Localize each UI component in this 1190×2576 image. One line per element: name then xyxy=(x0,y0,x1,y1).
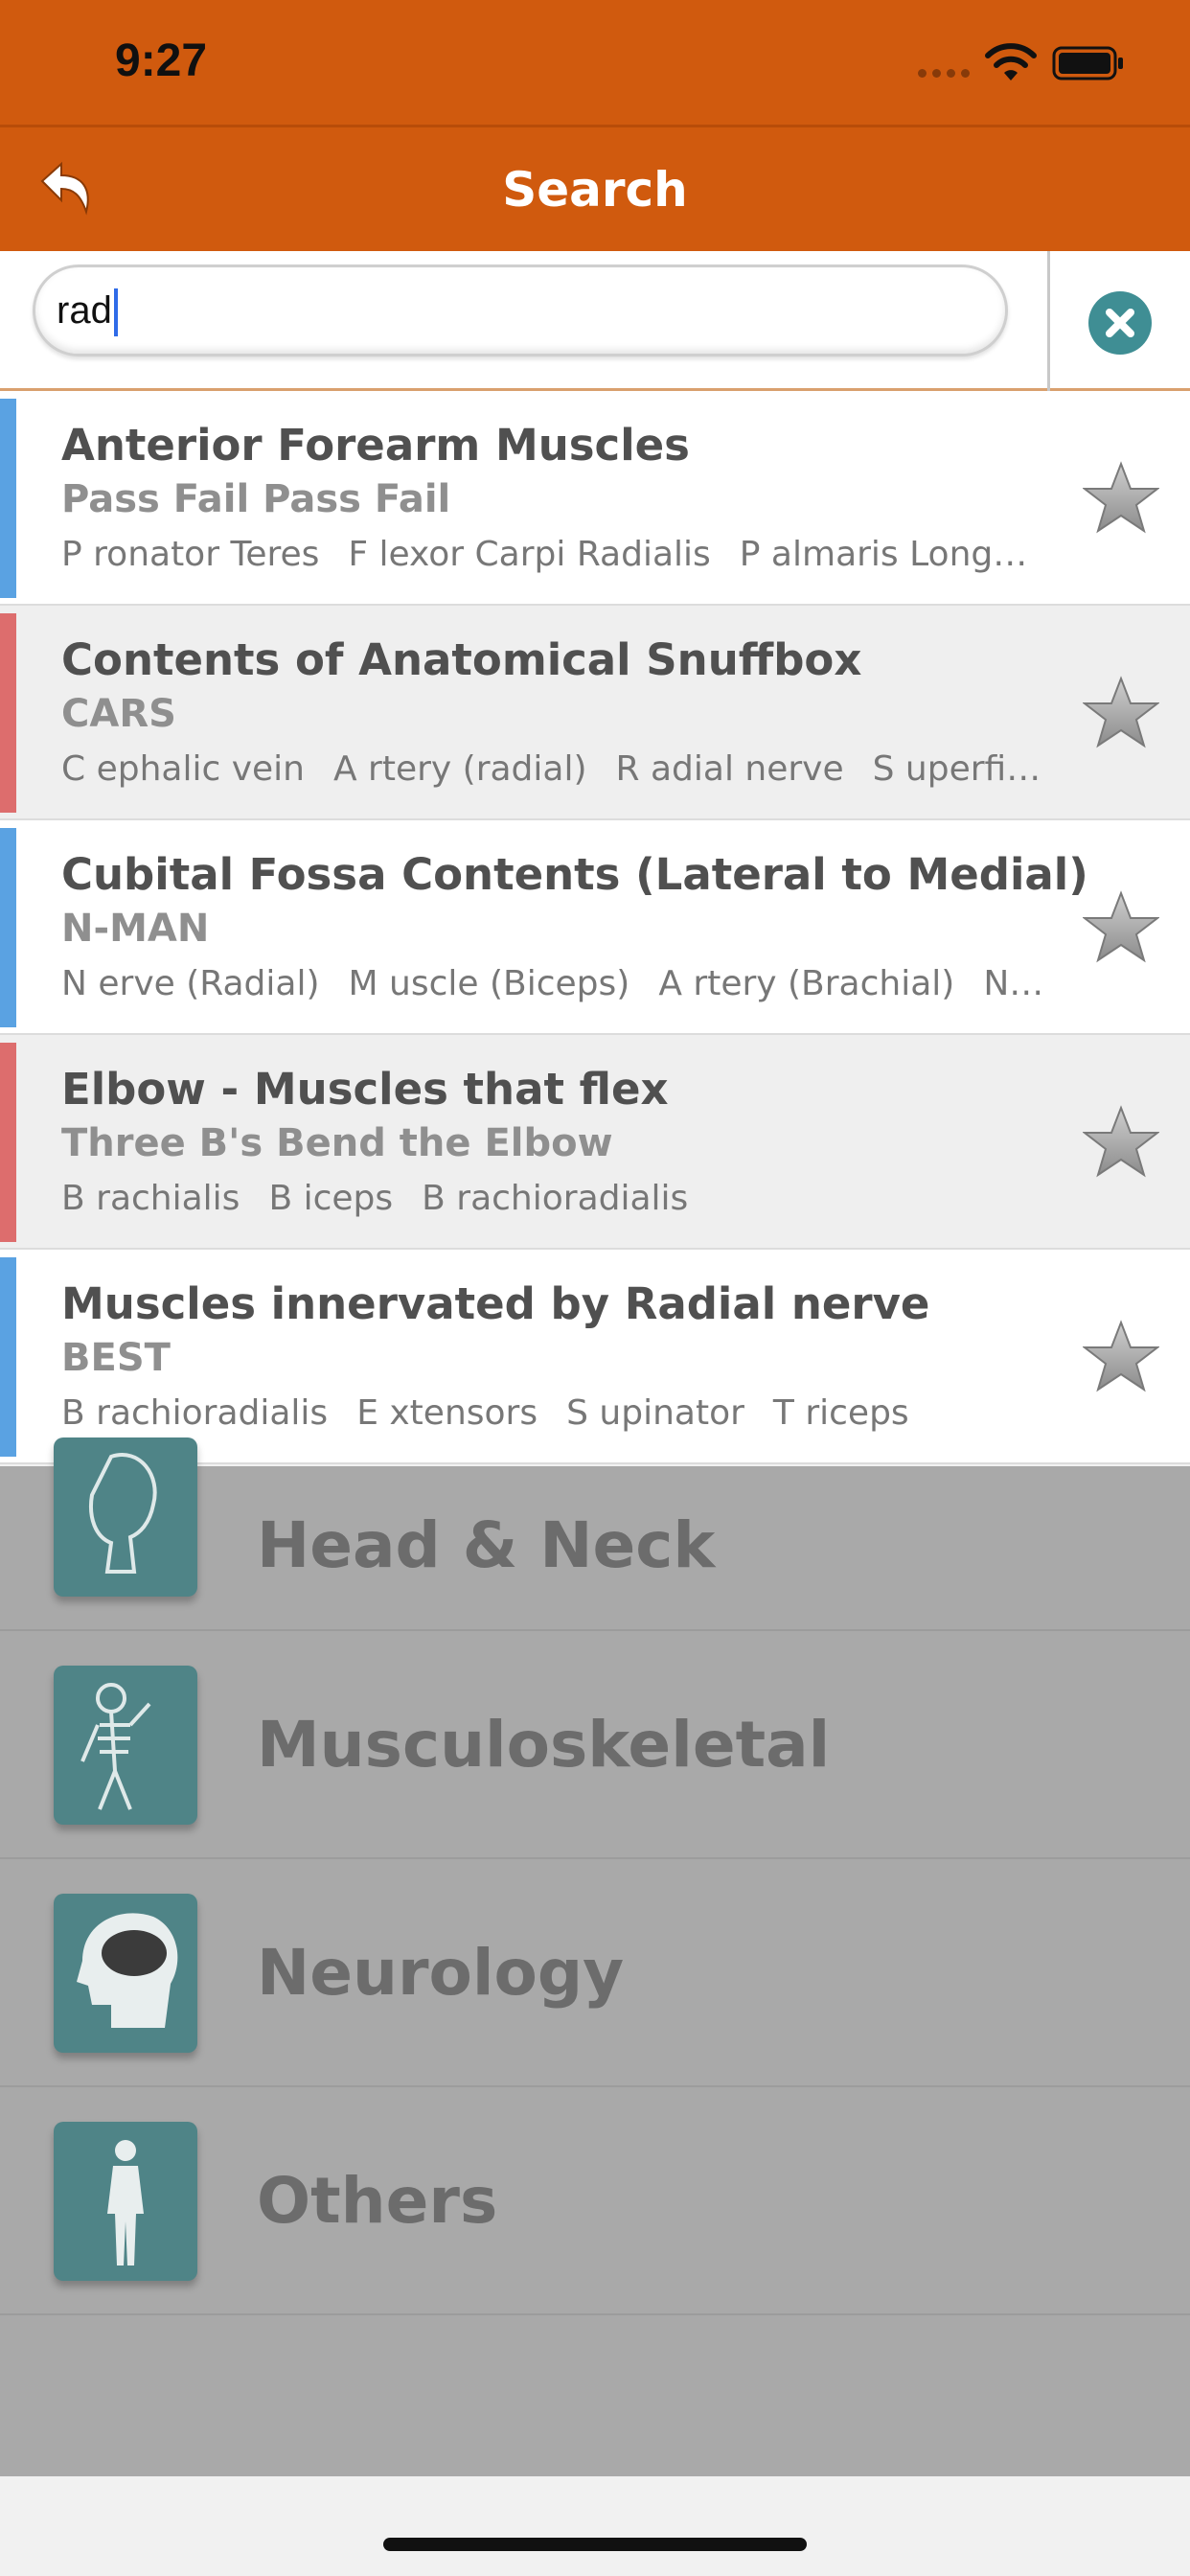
screen: 9:27 Search rad Anterior Forearm Muscles… xyxy=(0,0,1190,2576)
result-items: N erve (Radial) M uscle (Biceps) A rtery (… xyxy=(61,964,1048,1003)
result-item: T riceps xyxy=(772,1393,909,1433)
search-bar: rad xyxy=(0,251,1190,391)
category-label: Head & Neck xyxy=(257,1508,716,1582)
navigation-bar: Search xyxy=(0,125,1190,251)
clear-search-button[interactable] xyxy=(1088,291,1152,355)
result-item: B rachioradialis xyxy=(422,1179,689,1218)
result-item: M uscle (Biceps) xyxy=(348,964,630,1003)
category-label: Neurology xyxy=(257,1936,625,2010)
category-list-dimmed: Head & Neck Musculoskeletal Neurology Ot… xyxy=(0,1438,1190,2476)
home-indicator-area xyxy=(0,2476,1190,2576)
result-mnemonic: Three B's Bend the Elbow xyxy=(61,1121,613,1165)
body-icon xyxy=(54,2122,197,2281)
category-label: Musculoskeletal xyxy=(257,1708,831,1782)
status-bar: 9:27 xyxy=(0,0,1190,125)
wifi-icon xyxy=(985,43,1037,80)
result-items: B rachioradialis E xtensors S upinator T ri… xyxy=(61,1393,1048,1433)
category-row-neurology: Neurology xyxy=(0,1859,1190,2087)
result-row[interactable]: Muscles innervated by Radial nerve BEST … xyxy=(0,1250,1190,1464)
category-color-bar xyxy=(0,1257,16,1457)
result-item: S upinator xyxy=(566,1393,744,1433)
divider xyxy=(1047,251,1050,391)
category-label: Others xyxy=(257,2164,498,2238)
favorite-star-icon[interactable] xyxy=(1083,675,1159,751)
result-title: Contents of Anatomical Snuffbox xyxy=(61,634,862,685)
page-title: Search xyxy=(502,162,688,218)
result-title: Anterior Forearm Muscles xyxy=(61,420,690,471)
result-item: S uperficial... xyxy=(872,749,1048,789)
result-item: B iceps xyxy=(268,1179,394,1218)
category-color-bar xyxy=(0,828,16,1027)
result-mnemonic: CARS xyxy=(61,692,176,736)
result-mnemonic: BEST xyxy=(61,1336,171,1380)
result-title: Elbow - Muscles that flex xyxy=(61,1064,669,1115)
close-icon xyxy=(1106,309,1134,337)
favorite-star-icon[interactable] xyxy=(1083,460,1159,537)
text-caret xyxy=(113,288,118,337)
result-item: F lexor Carpi Radialis xyxy=(348,535,711,574)
category-color-bar xyxy=(0,1043,16,1242)
result-item: A rtery (Brachial) xyxy=(658,964,955,1003)
result-mnemonic: Pass Fail Pass Fail xyxy=(61,477,451,521)
result-title: Muscles innervated by Radial nerve xyxy=(61,1278,930,1329)
battery-icon xyxy=(1052,46,1123,80)
result-item: B rachialis xyxy=(61,1179,240,1218)
result-item: P almaris Longus... xyxy=(739,535,1048,574)
result-items: B rachialis B iceps B rachioradialis xyxy=(61,1179,1048,1218)
search-results-list: Anterior Forearm Muscles Pass Fail Pass … xyxy=(0,391,1190,1464)
result-row[interactable]: Contents of Anatomical Snuffbox CARS C e… xyxy=(0,606,1190,820)
home-indicator[interactable] xyxy=(383,2538,807,2551)
category-row-musculoskeletal: Musculoskeletal xyxy=(0,1631,1190,1859)
result-item: C ephalic vein xyxy=(61,749,305,789)
head-neck-icon xyxy=(54,1438,197,1597)
result-title: Cubital Fossa Contents (Lateral to Media… xyxy=(61,849,1088,900)
favorite-star-icon[interactable] xyxy=(1083,1104,1159,1181)
result-item: N erve (Radial) xyxy=(61,964,320,1003)
search-input-value: rad xyxy=(57,289,112,332)
result-items: C ephalic vein A rtery (radial) R adial ne… xyxy=(61,749,1048,789)
result-item: B rachioradialis xyxy=(61,1393,329,1433)
category-row-head-neck: Head & Neck xyxy=(0,1438,1190,1631)
result-mnemonic: N-MAN xyxy=(61,907,210,951)
result-row[interactable]: Elbow - Muscles that flex Three B's Bend… xyxy=(0,1035,1190,1250)
result-item: E xtensors xyxy=(356,1393,538,1433)
status-time: 9:27 xyxy=(115,35,208,86)
result-row[interactable]: Anterior Forearm Muscles Pass Fail Pass … xyxy=(0,391,1190,606)
category-color-bar xyxy=(0,613,16,813)
result-item: A rtery (radial) xyxy=(332,749,587,789)
favorite-star-icon[interactable] xyxy=(1083,889,1159,966)
result-item: N er... xyxy=(983,964,1048,1003)
result-row[interactable]: Cubital Fossa Contents (Lateral to Media… xyxy=(0,820,1190,1035)
cellular-signal-icon xyxy=(918,69,970,78)
result-item: R adial nerve xyxy=(615,749,844,789)
category-row-others: Others xyxy=(0,2087,1190,2315)
result-item: P ronator Teres xyxy=(61,535,320,574)
result-items: P ronator Teres F lexor Carpi Radialis P a… xyxy=(61,535,1048,574)
search-input[interactable]: rad xyxy=(33,264,1008,356)
brain-icon xyxy=(54,1894,197,2053)
skeleton-icon xyxy=(54,1666,197,1825)
category-color-bar xyxy=(0,399,16,598)
favorite-star-icon[interactable] xyxy=(1083,1319,1159,1395)
